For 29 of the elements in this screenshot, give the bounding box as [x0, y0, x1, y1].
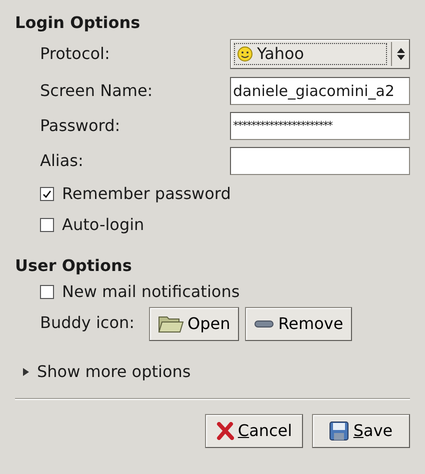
field-label: Screen Name:: [40, 80, 153, 102]
field-label: Alias:: [40, 150, 84, 172]
smiley-icon: [237, 46, 253, 62]
protocol-dropdown[interactable]: Yahoo: [230, 39, 410, 69]
checkbox-label: New mail notifications: [62, 280, 240, 302]
cancel-button[interactable]: Cancel: [205, 414, 303, 448]
section-title: Login Options: [15, 12, 142, 33]
remove-button[interactable]: Remove: [245, 307, 352, 341]
x-icon: [216, 422, 234, 440]
field-label: Buddy icon:: [40, 312, 135, 334]
field-label: Protocol:: [40, 43, 110, 65]
text-field[interactable]: [230, 146, 410, 174]
show-more-expander[interactable]: Show more options: [15, 357, 410, 387]
checkbox-label: Auto-login: [62, 214, 144, 236]
checkbox[interactable]: [40, 284, 54, 298]
text-field[interactable]: **********************: [230, 112, 410, 140]
field-label: Password:: [40, 114, 120, 136]
text-field[interactable]: daniele_giacomini_a2: [230, 76, 410, 104]
checkbox-label: Remember password: [62, 182, 231, 204]
checkbox[interactable]: [40, 218, 54, 232]
minus-icon: [254, 320, 274, 328]
section-title: User Options: [15, 255, 133, 276]
triangle-icon: [23, 368, 29, 376]
check-icon: [42, 188, 52, 198]
checkbox[interactable]: [40, 186, 54, 200]
up-down-arrows-icon: [396, 47, 406, 61]
open-button[interactable]: Open: [148, 307, 240, 341]
folder-icon: [158, 314, 184, 334]
save-button[interactable]: Save: [312, 414, 410, 448]
